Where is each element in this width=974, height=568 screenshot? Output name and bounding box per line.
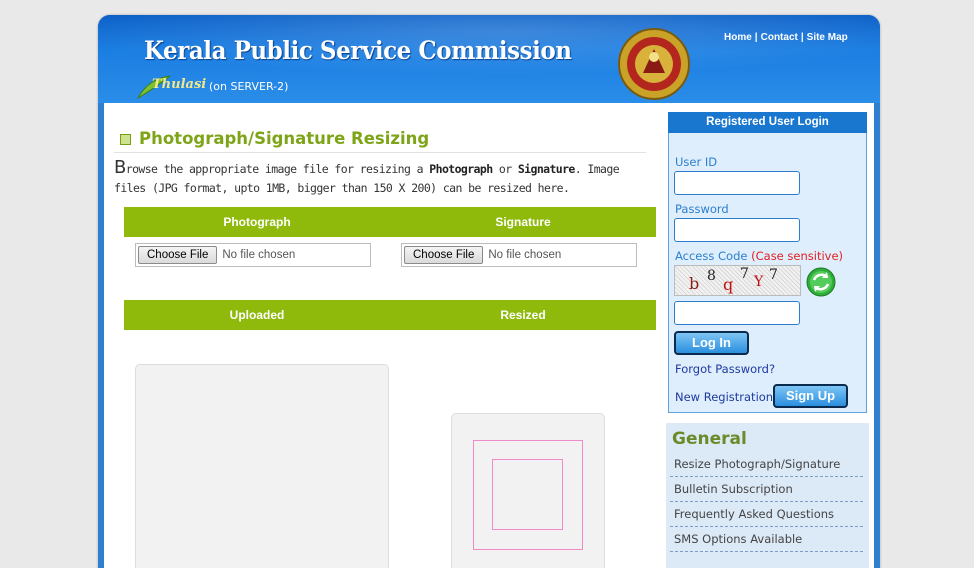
photograph-choose-file-button[interactable]: Choose File (138, 246, 218, 264)
signature-file-status: No file chosen (488, 249, 562, 261)
site-title: Kerala Public Service Commission (144, 36, 572, 65)
intro-bold-photograph: Photograph (429, 162, 493, 176)
upload-header-bar: Photograph Signature (124, 207, 656, 237)
resized-header: Resized (500, 308, 546, 322)
resize-inner-guide (492, 459, 563, 530)
captcha-char: 7 (769, 267, 778, 283)
password-label: Password (675, 202, 729, 216)
case-sensitive-note: (Case sensitive) (751, 249, 844, 263)
access-code-label: Access Code (Case sensitive) (675, 249, 843, 263)
intro-drop-cap: B (114, 157, 126, 178)
intro-part: or (492, 162, 518, 176)
password-input[interactable] (674, 218, 800, 242)
signature-header: Signature (495, 215, 551, 229)
result-header-bar: Uploaded Resized (124, 300, 656, 330)
contact-link[interactable]: Contact (761, 32, 798, 43)
general-item-sms[interactable]: SMS Options Available (670, 527, 863, 552)
access-code-label-text: Access Code (675, 249, 748, 263)
signup-button[interactable]: Sign Up (773, 384, 848, 408)
refresh-captcha-icon[interactable] (806, 267, 836, 297)
site-map-link[interactable]: Site Map (807, 32, 848, 43)
general-item-resize[interactable]: Resize Photograph/Signature (670, 452, 863, 477)
userid-label: User ID (675, 155, 718, 169)
photograph-file-input[interactable]: Choose File No file chosen (135, 243, 371, 267)
login-button[interactable]: Log In (674, 331, 749, 355)
uploaded-preview (135, 364, 389, 568)
captcha-char: 7 (740, 266, 749, 282)
captcha-image: b 8 q 7 Y 7 (674, 265, 801, 296)
title-divider (114, 152, 646, 153)
login-heading: Registered User Login (668, 112, 867, 133)
intro-bold-signature: Signature (517, 162, 576, 176)
general-item-faq[interactable]: Frequently Asked Questions (670, 502, 863, 527)
photograph-file-status: No file chosen (222, 249, 296, 261)
general-item-bulletin[interactable]: Bulletin Subscription (670, 477, 863, 502)
link-separator: | (754, 32, 758, 43)
top-links: Home | Contact | Site Map (724, 32, 848, 43)
general-title: General (672, 429, 747, 449)
title-bullet-icon (120, 134, 131, 145)
uploaded-header: Uploaded (229, 308, 285, 322)
new-registration-link[interactable]: New Registration (675, 390, 773, 404)
page-title: Photograph/Signature Resizing (120, 129, 429, 148)
intro-text: Browse the appropriate image file for re… (114, 158, 654, 198)
forgot-password-link[interactable]: Forgot Password? (675, 362, 775, 376)
access-code-input[interactable] (674, 301, 800, 325)
photograph-header: Photograph (223, 215, 291, 229)
link-separator: | (800, 32, 804, 43)
page-title-text: Photograph/Signature Resizing (139, 129, 430, 148)
server-label: (on SERVER-2) (209, 80, 289, 93)
home-link[interactable]: Home (724, 32, 752, 43)
userid-input[interactable] (674, 171, 800, 195)
intro-part: rowse the appropriate image file for res… (125, 162, 430, 176)
captcha-char: Y (754, 274, 764, 290)
captcha-char: 8 (707, 268, 716, 284)
captcha-char: q (723, 275, 734, 294)
thulasi-logo-text: Thulasi (152, 77, 207, 92)
kpsc-emblem-icon (618, 28, 690, 100)
captcha-char: b (689, 274, 700, 293)
signature-choose-file-button[interactable]: Choose File (404, 246, 484, 264)
signature-file-input[interactable]: Choose File No file chosen (401, 243, 637, 267)
